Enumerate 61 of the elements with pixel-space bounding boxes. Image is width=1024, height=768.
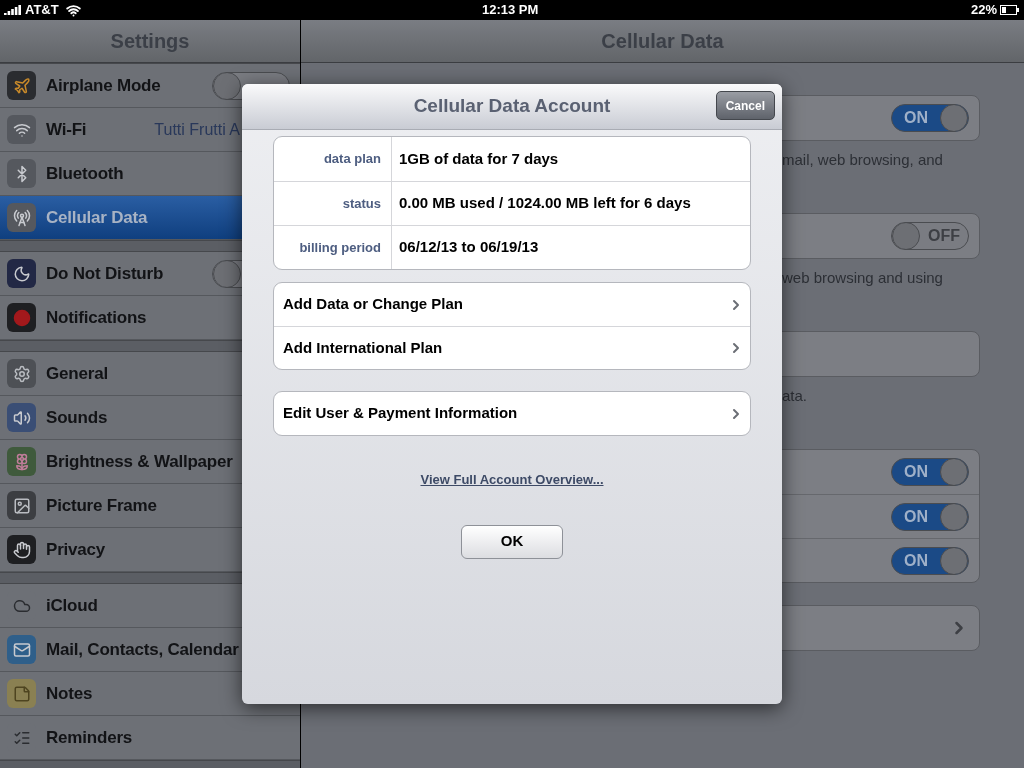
toggle-label: ON xyxy=(903,550,929,571)
group-footer: ata. xyxy=(782,385,980,405)
ok-button[interactable]: OK xyxy=(461,524,563,559)
gear-icon xyxy=(7,359,36,388)
carrier-name: AT&T xyxy=(25,1,59,20)
wifi-icon xyxy=(65,2,81,18)
item-label: Privacy xyxy=(46,538,106,561)
clock: 12:13 PM xyxy=(482,1,539,20)
item-label: General xyxy=(46,362,108,385)
toggle-switch[interactable]: ON xyxy=(891,104,969,132)
moon-icon xyxy=(7,259,36,288)
item-label: Mail, Contacts, Calendar xyxy=(46,638,239,661)
airplane-icon xyxy=(7,71,36,100)
group-footer: web browsing and using xyxy=(782,267,980,287)
toggle-switch[interactable]: OFF xyxy=(891,222,969,250)
item-value: Tutti Frutti A xyxy=(154,119,240,140)
dialog-title: Cellular Data Account xyxy=(413,94,611,119)
info-value: 06/12/13 to 06/19/13 xyxy=(398,237,539,258)
item-label: Cellular Data xyxy=(46,206,148,229)
sidebar-item[interactable]: Reminders xyxy=(0,716,300,760)
envelope-icon xyxy=(7,635,36,664)
toggle-label: OFF xyxy=(927,226,961,246)
item-label: Notes xyxy=(46,682,93,705)
item-label: Airplane Mode xyxy=(46,74,161,97)
wifi-icon xyxy=(7,115,36,144)
notepad-icon xyxy=(7,679,36,708)
item-label: Wi-Fi xyxy=(46,118,87,141)
toggle-label: ON xyxy=(903,462,929,482)
item-label: Brightness & Wallpaper xyxy=(46,450,233,473)
battery-percent: 22% xyxy=(970,1,997,20)
toggle-label: ON xyxy=(903,108,929,128)
picture-frame-icon xyxy=(7,491,36,520)
speaker-icon xyxy=(7,403,36,432)
hand-icon xyxy=(7,535,36,564)
signal-icon xyxy=(4,5,22,15)
antenna-icon xyxy=(7,203,36,232)
item-label: Reminders xyxy=(46,726,133,749)
item-label: Notifications xyxy=(46,306,147,329)
toggle-switch[interactable]: ON xyxy=(891,546,969,575)
account-overview-link[interactable]: View Full Account Overview... xyxy=(420,470,604,490)
info-label: status xyxy=(274,182,392,225)
action-row[interactable]: Add International Plan xyxy=(274,326,750,369)
item-label: Bluetooth xyxy=(46,162,124,185)
flower-icon xyxy=(7,447,36,476)
item-label: Do Not Disturb xyxy=(46,262,164,285)
item-label: Picture Frame xyxy=(46,494,157,517)
battery-icon xyxy=(1000,5,1020,15)
action-row[interactable]: Edit User & Payment Information xyxy=(274,392,750,435)
item-label: Sounds xyxy=(46,406,108,429)
item-label: iCloud xyxy=(46,594,98,617)
toggle-label: ON xyxy=(903,506,929,527)
info-value: 0.00 MB used / 1024.00 MB left for 6 days xyxy=(398,193,691,214)
bluetooth-icon xyxy=(7,159,36,188)
cancel-button[interactable]: Cancel xyxy=(715,91,775,120)
info-label: billing period xyxy=(274,226,392,269)
group-footer: mail, web browsing, and xyxy=(782,149,980,169)
info-value: 1GB of data for 7 days xyxy=(398,148,559,169)
info-label: data plan xyxy=(274,137,392,181)
toggle-switch[interactable]: ON xyxy=(891,502,969,531)
sidebar-item[interactable]: Airplane Mode xyxy=(0,64,300,108)
toggle-switch[interactable]: ON xyxy=(891,458,969,486)
